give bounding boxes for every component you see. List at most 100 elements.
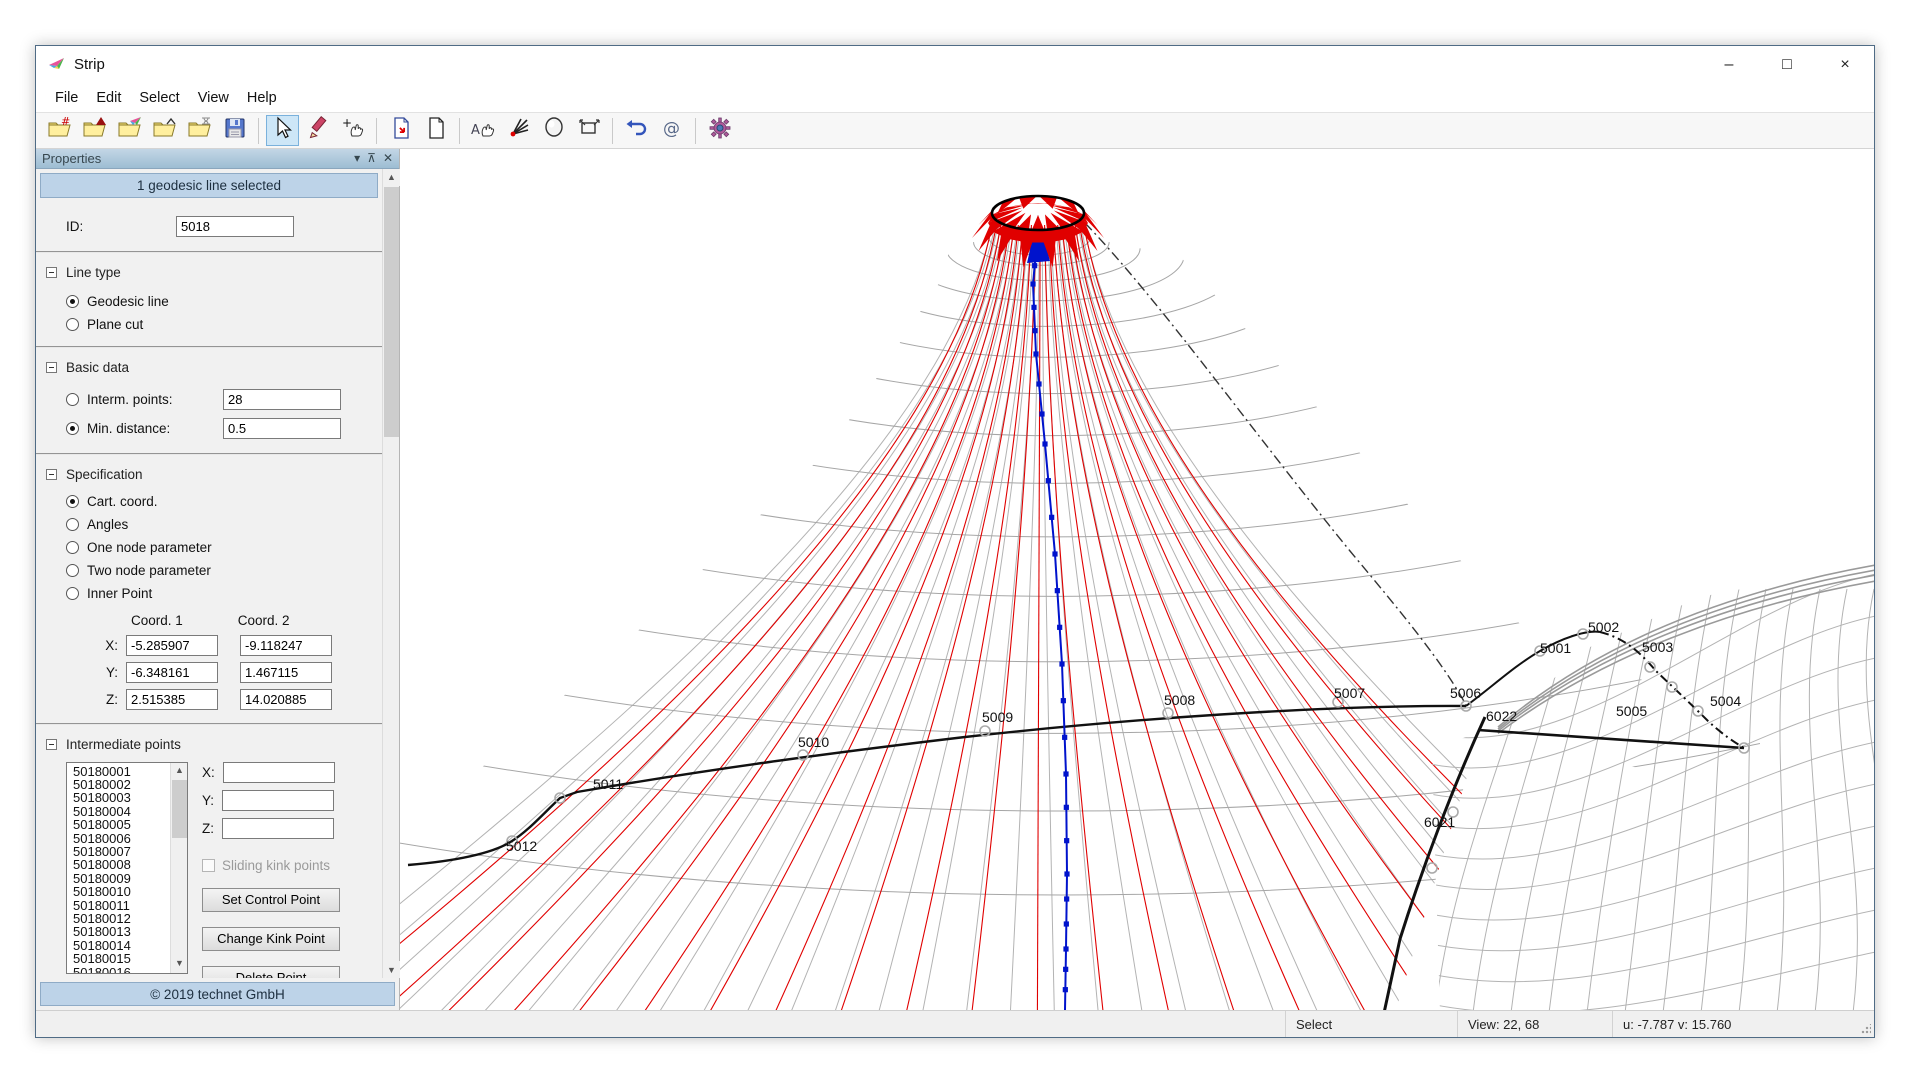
line-point-marker[interactable] (1063, 946, 1068, 951)
line-point-marker[interactable] (1049, 515, 1054, 520)
resize-grip[interactable] (1854, 1011, 1874, 1037)
zoom-window-tool-button[interactable] (572, 115, 605, 146)
set-control-point-button[interactable]: Set Control Point (202, 888, 340, 912)
boundary-node[interactable] (1667, 682, 1677, 692)
line-point-marker[interactable] (1039, 411, 1044, 416)
coord2-field[interactable] (240, 662, 332, 683)
coord2-field[interactable] (240, 689, 332, 710)
basic-data-value-field[interactable] (223, 418, 341, 439)
sliding-kink-checkbox[interactable] (202, 859, 215, 872)
coord2-field[interactable] (240, 635, 332, 656)
menu-file[interactable]: File (46, 86, 87, 110)
panel-menu-icon[interactable]: ▾ (354, 151, 360, 165)
specification-option[interactable]: Inner Point (36, 582, 382, 605)
line-point-marker[interactable] (1030, 281, 1035, 286)
maximize-button[interactable]: □ (1758, 46, 1816, 83)
specification-option[interactable]: Cart. coord. (36, 490, 382, 513)
basic-data-option[interactable]: Interm. points: (36, 385, 382, 414)
line-point-marker[interactable] (1061, 698, 1066, 703)
radio-icon[interactable] (66, 495, 79, 508)
radio-icon[interactable] (66, 564, 79, 577)
ip-z-field[interactable] (222, 818, 334, 839)
line-point-marker[interactable] (1032, 328, 1037, 333)
line-point-marker[interactable] (1063, 771, 1068, 776)
settings-gear-button[interactable] (703, 115, 736, 146)
coord1-field[interactable] (126, 635, 218, 656)
page-export-button[interactable] (384, 115, 417, 146)
collapse-icon[interactable] (46, 469, 57, 480)
minimize-button[interactable]: – (1700, 46, 1758, 83)
specification-option[interactable]: Two node parameter (36, 559, 382, 582)
save-button[interactable] (218, 115, 251, 146)
line-type-option[interactable]: Geodesic line (36, 290, 382, 313)
radio-icon[interactable] (66, 518, 79, 531)
open-hash-folder-button[interactable]: # (43, 115, 76, 146)
scroll-down-icon[interactable]: ▼ (171, 956, 188, 973)
line-point-marker[interactable] (1064, 921, 1069, 926)
panel-pin-icon[interactable]: ⊼ (367, 151, 376, 165)
line-point-marker[interactable] (1031, 305, 1036, 310)
intermediate-points-list[interactable]: 5018000150180002501800035018000450180005… (66, 762, 188, 974)
line-point-marker[interactable] (1063, 967, 1068, 972)
undo-button[interactable] (620, 115, 653, 146)
drawing-canvas[interactable]: 5012501150105009500850075006602250055004… (400, 149, 1874, 1010)
coord1-field[interactable] (126, 689, 218, 710)
line-point-marker[interactable] (1033, 351, 1038, 356)
menu-edit[interactable]: Edit (87, 86, 130, 110)
line-point-marker[interactable] (1059, 661, 1064, 666)
line-point-marker[interactable] (1062, 735, 1067, 740)
menu-help[interactable]: Help (238, 86, 286, 110)
line-type-option[interactable]: Plane cut (36, 313, 382, 336)
line-point-marker[interactable] (1064, 896, 1069, 901)
ip-y-field[interactable] (222, 790, 334, 811)
radio-icon[interactable] (66, 318, 79, 331)
rays-tool-button[interactable] (502, 115, 535, 146)
change-kink-point-button[interactable]: Change Kink Point (202, 927, 340, 951)
page-blank-button[interactable] (419, 115, 452, 146)
scroll-up-icon[interactable]: ▲ (171, 763, 188, 780)
line-point-marker[interactable] (1042, 441, 1047, 446)
scrollbar-thumb[interactable] (172, 780, 187, 838)
line-point-marker[interactable] (1064, 838, 1069, 843)
panel-scrollbar[interactable]: ▲ ▼ (382, 169, 399, 978)
coord1-field[interactable] (126, 662, 218, 683)
line-point-marker[interactable] (1064, 805, 1069, 810)
open-spool-folder-button[interactable] (183, 115, 216, 146)
collapse-icon[interactable] (46, 362, 57, 373)
line-point-marker[interactable] (1052, 551, 1057, 556)
radio-icon[interactable] (66, 541, 79, 554)
line-point-marker[interactable] (1036, 381, 1041, 386)
collapse-icon[interactable] (46, 267, 57, 278)
boundary-node[interactable] (1427, 863, 1437, 873)
line-point-marker[interactable] (1046, 478, 1051, 483)
collapse-icon[interactable] (46, 739, 57, 750)
boundary-node[interactable] (1163, 708, 1173, 718)
open-triangle-folder-button[interactable] (78, 115, 111, 146)
id-field[interactable] (176, 216, 294, 237)
zoom-lens-tool-button[interactable] (537, 115, 570, 146)
scrollbar-thumb[interactable] (384, 187, 399, 437)
scroll-up-icon[interactable]: ▲ (383, 169, 400, 186)
radio-icon[interactable] (66, 587, 79, 600)
list-scrollbar[interactable]: ▲ ▼ (170, 763, 187, 973)
ip-x-field[interactable] (223, 762, 335, 783)
specification-option[interactable]: Angles (36, 513, 382, 536)
radio-icon[interactable] (66, 295, 79, 308)
scroll-down-icon[interactable]: ▼ (383, 961, 400, 978)
redo-at-button[interactable]: @ (655, 115, 688, 146)
radio-icon[interactable] (66, 422, 79, 435)
add-point-tool-button[interactable]: + (336, 115, 369, 146)
open-caret-folder-button[interactable] (148, 115, 181, 146)
basic-data-value-field[interactable] (223, 389, 341, 410)
close-button[interactable]: × (1816, 46, 1874, 83)
panel-close-icon[interactable]: ✕ (383, 151, 393, 165)
delete-point-button[interactable]: Delete Point (202, 966, 340, 978)
line-point-marker[interactable] (1064, 871, 1069, 876)
line-point-marker[interactable] (1032, 263, 1037, 268)
select-tool-button[interactable] (266, 115, 299, 146)
basic-data-option[interactable]: Min. distance: (36, 414, 382, 443)
line-point-marker[interactable] (1055, 588, 1060, 593)
pencil-tool-button[interactable] (301, 115, 334, 146)
specification-option[interactable]: One node parameter (36, 536, 382, 559)
open-strip-folder-button[interactable] (113, 115, 146, 146)
